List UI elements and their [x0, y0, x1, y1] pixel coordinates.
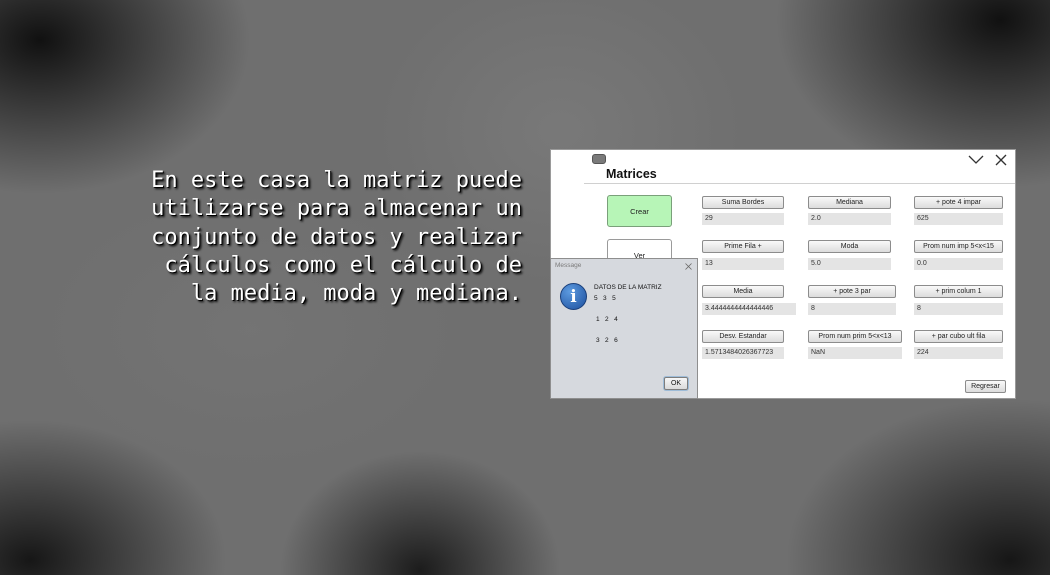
- matrix-row: 1 2 4: [596, 316, 618, 323]
- suma-bordes-field[interactable]: 29: [702, 213, 784, 225]
- pote-4-impar-button[interactable]: + pote 4 impar: [914, 196, 1003, 209]
- title-divider: [584, 183, 1015, 184]
- dialog-header: DATOS DE LA MATRIZ: [594, 284, 662, 291]
- mediana-field[interactable]: 2.0: [808, 213, 891, 225]
- prim-colum-1-button[interactable]: + prim colum 1: [914, 285, 1003, 298]
- regresar-button[interactable]: Regresar: [965, 380, 1006, 393]
- matrix-row: 5 3 5: [594, 295, 616, 302]
- desv-estandar-button[interactable]: Desv. Estandar: [702, 330, 784, 343]
- prom-num-prim-button[interactable]: Prom num prim 5<x<13: [808, 330, 902, 343]
- app-icon: [592, 154, 606, 164]
- info-icon: i: [560, 283, 587, 310]
- moda-button[interactable]: Moda: [808, 240, 891, 253]
- caption-line: conjunto de datos y realizar: [151, 224, 522, 250]
- suma-bordes-button[interactable]: Suma Bordes: [702, 196, 784, 209]
- caption-line: cálculos como el cálculo de: [164, 252, 522, 278]
- caption-line: En este casa la matriz puede: [151, 168, 522, 193]
- message-dialog: Message i DATOS DE LA MATRIZ 5 3 5 1 2 4…: [550, 258, 698, 399]
- mediana-button[interactable]: Mediana: [808, 196, 891, 209]
- crear-button[interactable]: Crear: [607, 195, 672, 227]
- close-icon[interactable]: [993, 152, 1009, 168]
- dialog-title: Message: [555, 262, 582, 269]
- pote-4-impar-field[interactable]: 625: [914, 213, 1003, 225]
- close-icon[interactable]: [685, 263, 692, 270]
- prom-num-prim-field[interactable]: NaN: [808, 347, 902, 359]
- window-title: Matrices: [606, 167, 657, 181]
- desv-estandar-field[interactable]: 1.5713484026367723: [702, 347, 784, 359]
- caption-line: utilizarse para almacenar un: [151, 196, 522, 222]
- prime-fila-field[interactable]: 13: [702, 258, 784, 270]
- caption-line: la media, moda y mediana.: [190, 281, 522, 307]
- moda-field[interactable]: 5.0: [808, 258, 891, 270]
- media-field[interactable]: 3.4444444444444446: [702, 303, 796, 315]
- caption-text: En este casa la matriz puede utilizarse …: [150, 167, 522, 308]
- ok-button[interactable]: OK: [664, 377, 688, 390]
- pote-3-par-field[interactable]: 8: [808, 303, 896, 315]
- prom-num-imp-field[interactable]: 0.0: [914, 258, 1003, 270]
- par-cubo-ult-fila-button[interactable]: + par cubo ult fila: [914, 330, 1003, 343]
- matrix-row: 3 2 6: [596, 337, 618, 344]
- chevron-down-icon[interactable]: [967, 152, 985, 168]
- prom-num-imp-button[interactable]: Prom num imp 5<x<15: [914, 240, 1003, 253]
- pote-3-par-button[interactable]: + pote 3 par: [808, 285, 896, 298]
- par-cubo-ult-fila-field[interactable]: 224: [914, 347, 1003, 359]
- prime-fila-button[interactable]: Prime Fila +: [702, 240, 784, 253]
- prim-colum-1-field[interactable]: 8: [914, 303, 1003, 315]
- media-button[interactable]: Media: [702, 285, 784, 298]
